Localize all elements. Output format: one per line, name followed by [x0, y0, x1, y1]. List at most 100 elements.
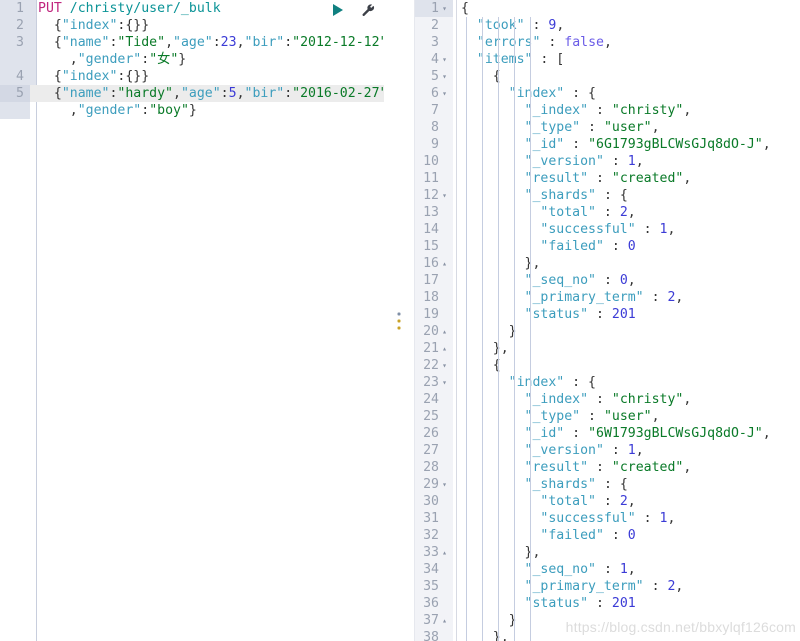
code-line[interactable]: 18 "_primary_term" : 2, [415, 289, 800, 306]
code-text: {"index":{}} [30, 17, 384, 34]
code-line[interactable]: 20 ▴ } [415, 323, 800, 340]
code-token: "_index" [524, 103, 589, 118]
code-line[interactable]: 7 "_index" : "christy", [415, 102, 800, 119]
code-line[interactable]: 10 "_version" : 1, [415, 153, 800, 170]
code-line[interactable]: 36 "status" : 201 [415, 595, 800, 612]
line-number-gutter: 1 [0, 0, 30, 17]
wrench-icon[interactable] [360, 2, 376, 18]
fold-toggle-icon[interactable]: ▾ [439, 51, 450, 68]
code-line[interactable]: 32 "failed" : 0 [415, 527, 800, 544]
code-line[interactable]: ,"gender":"女"} [0, 51, 384, 68]
code-line[interactable]: 16 ▴ }, [415, 255, 800, 272]
code-token: , [683, 171, 692, 186]
fold-toggle-icon[interactable]: ▾ [439, 476, 450, 493]
line-number-gutter: 17 [415, 272, 453, 289]
code-line[interactable]: 34 "_seq_no" : 1, [415, 561, 800, 578]
code-line[interactable]: 25 "_type" : "user", [415, 408, 800, 425]
code-line[interactable]: 33 ▴ }, [415, 544, 800, 561]
code-token: , [38, 103, 78, 118]
code-line[interactable]: 3 {"name":"Tide","age":23,"bir":"2012-12… [0, 34, 384, 51]
code-token: 2 [619, 494, 628, 509]
code-line[interactable]: 5 ▾ { [415, 68, 800, 85]
code-text: "_seq_no" : 0, [453, 272, 800, 289]
request-actions[interactable] [330, 2, 376, 18]
code-line[interactable]: 12 ▾ "_shards" : { [415, 187, 800, 204]
line-number: 28 [423, 460, 439, 475]
code-line[interactable]: 19 "status" : 201 [415, 306, 800, 323]
code-line[interactable]: 28 "result" : "created", [415, 459, 800, 476]
fold-toggle-icon[interactable]: ▾ [439, 357, 450, 374]
code-line[interactable]: 31 "successful" : 1, [415, 510, 800, 527]
code-line[interactable]: 15 "failed" : 0 [415, 238, 800, 255]
code-line[interactable]: 29 ▾ "_shards" : { [415, 476, 800, 493]
code-line[interactable]: 11 "result" : "created", [415, 170, 800, 187]
code-line[interactable]: 21 ▴ }, [415, 340, 800, 357]
code-token: 2 [619, 205, 628, 220]
fold-toggle-icon[interactable]: ▾ [439, 374, 450, 391]
response-code-lines[interactable]: 1 ▾{2 "took" : 9, 3 "errors" : false, 4 ▾ "i… [415, 0, 800, 641]
code-line[interactable]: 3 "errors" : false, [415, 34, 800, 51]
line-number: 1 [16, 1, 24, 16]
fold-toggle-icon[interactable]: ▴ [439, 255, 450, 272]
code-token: "errors" [476, 35, 541, 50]
code-line[interactable]: 8 "_type" : "user", [415, 119, 800, 136]
line-number-gutter: 5 ▾ [415, 68, 453, 85]
code-token: "boy" [149, 103, 189, 118]
fold-toggle-icon[interactable]: ▾ [439, 68, 450, 85]
fold-toggle-icon[interactable]: ▾ [439, 0, 450, 17]
code-line[interactable]: 2 {"index":{}} [0, 17, 384, 34]
code-text: "_type" : "user", [453, 119, 800, 136]
code-token: : { [564, 86, 596, 101]
code-token: , [683, 103, 692, 118]
code-line[interactable]: 35 "_primary_term" : 2, [415, 578, 800, 595]
line-number: 18 [423, 290, 439, 305]
fold-toggle-icon[interactable]: ▴ [439, 323, 450, 340]
code-token: , [627, 494, 636, 509]
code-line[interactable]: 2 "took" : 9, [415, 17, 800, 34]
code-line[interactable]: 9 "_id" : "6G1793gBLCWsGJq8dO-J", [415, 136, 800, 153]
panel-resizer[interactable] [384, 0, 414, 641]
code-token: :{}} [117, 69, 150, 84]
code-line[interactable]: 5 {"name":"hardy","age":5,"bir":"2016-02… [0, 85, 384, 102]
code-line[interactable]: 17 "_seq_no" : 0, [415, 272, 800, 289]
code-line[interactable]: 23 ▾ "index" : { [415, 374, 800, 391]
code-text: ,"gender":"女"} [30, 51, 384, 68]
response-editor[interactable]: 1 ▾{2 "took" : 9, 3 "errors" : false, 4 ▾ "i… [415, 0, 800, 641]
code-line[interactable]: 13 "total" : 2, [415, 204, 800, 221]
fold-toggle-icon[interactable]: ▾ [439, 187, 450, 204]
code-line[interactable]: 30 "total" : 2, [415, 493, 800, 510]
code-line[interactable]: 4 ▾ "items" : [ [415, 51, 800, 68]
code-line[interactable]: 22 ▾ { [415, 357, 800, 374]
code-line[interactable]: 24 "_index" : "christy", [415, 391, 800, 408]
code-token: 0 [619, 273, 628, 288]
fold-toggle-icon[interactable]: ▴ [439, 612, 450, 629]
request-editor[interactable]: 1 PUT /christy/user/_bulk 2 {"index":{}} 3 … [0, 0, 384, 641]
fold-toggle-icon[interactable]: ▴ [439, 340, 450, 357]
code-line[interactable]: 26 "_id" : "6W1793gBLCWsGJq8dO-J", [415, 425, 800, 442]
fold-toggle-icon[interactable]: ▾ [439, 85, 450, 102]
code-line[interactable]: ,"gender":"boy"} [0, 102, 384, 119]
line-number: 36 [423, 596, 439, 611]
code-token: : [603, 154, 628, 169]
code-line[interactable]: 27 "_version" : 1, [415, 442, 800, 459]
code-text: "index" : { [453, 85, 800, 102]
code-line[interactable]: 6 ▾ "index" : { [415, 85, 800, 102]
code-text: "_shards" : { [453, 187, 800, 204]
code-token: "_primary_term" [524, 290, 644, 305]
fold-toggle-icon[interactable]: ▴ [439, 544, 450, 561]
code-text: "successful" : 1, [453, 510, 800, 527]
code-line[interactable]: 1 PUT /christy/user/_bulk [0, 0, 384, 17]
code-line[interactable]: 1 ▾ { [415, 0, 800, 17]
code-line[interactable]: 4 {"index":{}} [0, 68, 384, 85]
play-icon[interactable] [330, 2, 346, 18]
code-line[interactable]: 14 "successful" : 1, [415, 221, 800, 238]
code-text: }, [453, 544, 800, 561]
request-code-lines[interactable]: 1 PUT /christy/user/_bulk 2 {"index":{}} 3 … [0, 0, 384, 119]
